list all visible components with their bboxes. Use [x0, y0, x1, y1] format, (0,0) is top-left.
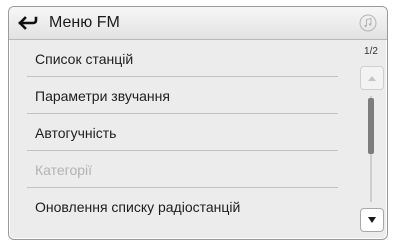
- menu-item-update-station-list[interactable]: Оновлення списку радіостанцій: [9, 188, 344, 225]
- scroll-up-button[interactable]: [360, 66, 384, 90]
- menu-item-label: Список станцій: [35, 50, 134, 67]
- menu-list: Список станцій Параметри звучання Автогу…: [9, 40, 344, 225]
- menu-item-label: Автогучність: [35, 124, 117, 141]
- menu-item-categories: Категорії: [9, 151, 344, 188]
- menu-item-label: Оновлення списку радіостанцій: [35, 198, 241, 215]
- scrollbar: 1/2: [355, 40, 387, 239]
- page-indicator: 1/2: [364, 46, 378, 57]
- page-title: Меню FM: [49, 14, 120, 31]
- menu-item-label: Категорії: [35, 161, 93, 178]
- infotainment-screen: Меню FM Список станцій Параметри звучанн…: [8, 6, 388, 240]
- header-bar: Меню FM: [9, 7, 387, 40]
- scroll-down-button[interactable]: [360, 208, 384, 232]
- music-note-icon: [359, 14, 377, 32]
- scrollbar-thumb[interactable]: [368, 98, 374, 154]
- menu-item-auto-volume[interactable]: Автогучність: [9, 114, 344, 151]
- menu-item-label: Параметри звучання: [35, 87, 170, 104]
- display-frame: Меню FM Список станцій Параметри звучанн…: [0, 0, 393, 243]
- audio-source-button[interactable]: [359, 14, 377, 32]
- back-arrow-icon: [18, 16, 38, 30]
- back-button[interactable]: [13, 10, 43, 36]
- chevron-up-icon: [368, 76, 376, 81]
- menu-item-sound-settings[interactable]: Параметри звучання: [9, 77, 344, 114]
- menu-item-station-list[interactable]: Список станцій: [9, 40, 344, 77]
- chevron-down-icon: [368, 217, 376, 223]
